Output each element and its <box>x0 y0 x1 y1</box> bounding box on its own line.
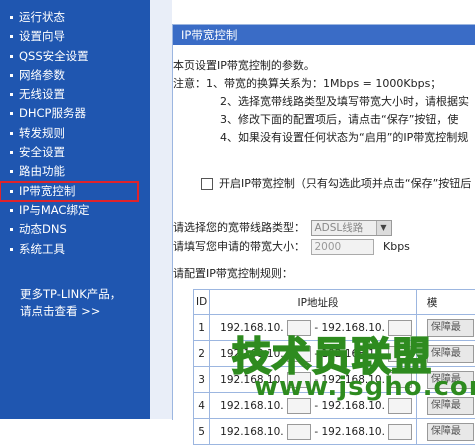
ip-start-input[interactable] <box>287 424 311 440</box>
sidebar-item-label: 转发规则 <box>19 126 65 140</box>
sidebar-item-label: 网络参数 <box>19 68 65 82</box>
sidebar-item-wireless[interactable]: 无线设置 <box>0 85 150 104</box>
description-note-4: 4、如果没有设置任何状态为“启用”的IP带宽控制规 <box>173 129 475 147</box>
row-id: 2 <box>194 341 210 367</box>
sidebar-item-qss[interactable]: QSS安全设置 <box>0 47 150 66</box>
bandwidth-label: 请填写您申请的带宽大小： <box>173 240 305 253</box>
bullet-icon <box>10 74 13 77</box>
description-note-3: 3、修改下面的配置项后，请点击“保存”按钮，使 <box>173 111 475 129</box>
bullet-icon <box>10 209 13 212</box>
sidebar-item-label: 无线设置 <box>19 87 65 101</box>
panel-title: IP带宽控制 <box>173 25 475 45</box>
description-note-1: 注意：1、带宽的换算关系为：1Mbps = 1000Kbps； <box>173 75 475 93</box>
chevron-down-icon[interactable]: ▼ <box>376 221 391 235</box>
ip-start-prefix: 192.168.10. <box>220 426 283 438</box>
sidebar-item-label: 动态DNS <box>19 222 67 236</box>
description: 本页设置IP带宽控制的参数。 注意：1、带宽的换算关系为：1Mbps = 100… <box>173 57 475 147</box>
row-id: 5 <box>194 419 210 445</box>
sidebar-item-label: 系统工具 <box>19 242 65 256</box>
sidebar-item-label: IP带宽控制 <box>19 184 75 198</box>
column-header-mode: 模 <box>416 290 475 315</box>
sidebar-item-security[interactable]: 安全设置 <box>0 143 150 162</box>
sidebar-item-ip-bandwidth[interactable]: IP带宽控制 <box>0 182 138 201</box>
sidebar-item-status[interactable]: 运行状态 <box>0 8 150 27</box>
row-id: 4 <box>194 393 210 419</box>
sidebar-item-routing[interactable]: 路由功能 <box>0 162 150 181</box>
bullet-icon <box>10 151 13 154</box>
row-id: 1 <box>194 315 210 341</box>
sidebar-item-ip-mac-binding[interactable]: IP与MAC绑定 <box>0 201 150 220</box>
line-type-select[interactable]: ADSL线路 ▼ <box>311 220 392 236</box>
watermark-logo: 技术员联盟 www.jsgho.com <box>232 326 468 412</box>
sidebar-item-system-tools[interactable]: 系统工具 <box>0 240 150 259</box>
bullet-icon <box>10 132 13 135</box>
sidebar-item-forwarding[interactable]: 转发规则 <box>0 124 150 143</box>
description-note-2: 2、选择宽带线路类型及填写带宽大小时，请根据实 <box>173 93 475 111</box>
row-id: 3 <box>194 367 210 393</box>
bandwidth-row: 请填写您申请的带宽大小： 2000 Kbps <box>173 238 410 255</box>
table-header-row: ID IP地址段 模 <box>194 290 475 315</box>
bullet-icon <box>10 170 13 173</box>
bullet-icon <box>10 190 13 193</box>
sidebar-item-label: IP与MAC绑定 <box>19 203 89 217</box>
sidebar-item-label: 路由功能 <box>19 164 65 178</box>
sidebar-item-setup-wizard[interactable]: 设置向导 <box>0 27 150 46</box>
bullet-icon <box>10 93 13 96</box>
bandwidth-input[interactable]: 2000 <box>311 239 374 255</box>
more-products-line2: 请点击查看 >> <box>20 303 121 320</box>
sidebar-item-dhcp[interactable]: DHCP服务器 <box>0 104 150 123</box>
enable-bandwidth-control-label: 开启IP带宽控制（只有勾选此项并点击“保存”按钮后 <box>219 177 471 190</box>
mode-cell: 保障最 <box>416 419 475 445</box>
bullet-icon <box>10 228 13 231</box>
description-intro: 本页设置IP带宽控制的参数。 <box>173 57 475 75</box>
ip-range-cell: 192.168.10. - 192.168.10. <box>210 419 417 445</box>
ip-range-separator: - <box>314 426 318 438</box>
sidebar: 运行状态 设置向导 QSS安全设置 网络参数 无线设置 DHCP服务器 转发规则… <box>0 0 150 419</box>
frame-divider <box>150 0 172 419</box>
enable-bandwidth-control-row: 开启IP带宽控制（只有勾选此项并点击“保存”按钮后 <box>201 175 471 191</box>
line-type-value: ADSL线路 <box>315 222 364 234</box>
bandwidth-unit: Kbps <box>383 240 410 253</box>
sidebar-item-label: 运行状态 <box>19 10 65 24</box>
watermark-url: www.jsgho.com <box>254 372 475 402</box>
sidebar-menu: 运行状态 设置向导 QSS安全设置 网络参数 无线设置 DHCP服务器 转发规则… <box>0 0 150 259</box>
more-products-link[interactable]: 更多TP-LINK产品， 请点击查看 >> <box>20 286 121 320</box>
rules-title: 请配置IP带宽控制规则： <box>173 265 293 281</box>
enable-bandwidth-control-checkbox[interactable] <box>201 178 213 190</box>
sidebar-item-network[interactable]: 网络参数 <box>0 66 150 85</box>
ip-end-prefix: 192.168.10. <box>321 426 384 438</box>
line-type-label: 请选择您的宽带线路类型： <box>173 221 305 234</box>
sidebar-item-label: QSS安全设置 <box>19 49 89 63</box>
bullet-icon <box>10 112 13 115</box>
ip-end-input[interactable] <box>388 424 412 440</box>
bullet-icon <box>10 35 13 38</box>
line-type-row: 请选择您的宽带线路类型： ADSL线路 ▼ <box>173 219 392 236</box>
sidebar-item-ddns[interactable]: 动态DNS <box>0 220 150 239</box>
table-row: 5 192.168.10. - 192.168.10. 保障最 <box>194 419 475 445</box>
bullet-icon <box>10 248 13 251</box>
bullet-icon <box>10 16 13 19</box>
column-header-ip-range: IP地址段 <box>210 290 417 315</box>
more-products-line1: 更多TP-LINK产品， <box>20 286 121 303</box>
column-header-id: ID <box>194 290 210 315</box>
mode-select[interactable]: 保障最 <box>427 423 474 441</box>
sidebar-item-label: DHCP服务器 <box>19 106 86 120</box>
bullet-icon <box>10 55 13 58</box>
sidebar-item-label: 安全设置 <box>19 145 65 159</box>
sidebar-item-label: 设置向导 <box>19 29 65 43</box>
